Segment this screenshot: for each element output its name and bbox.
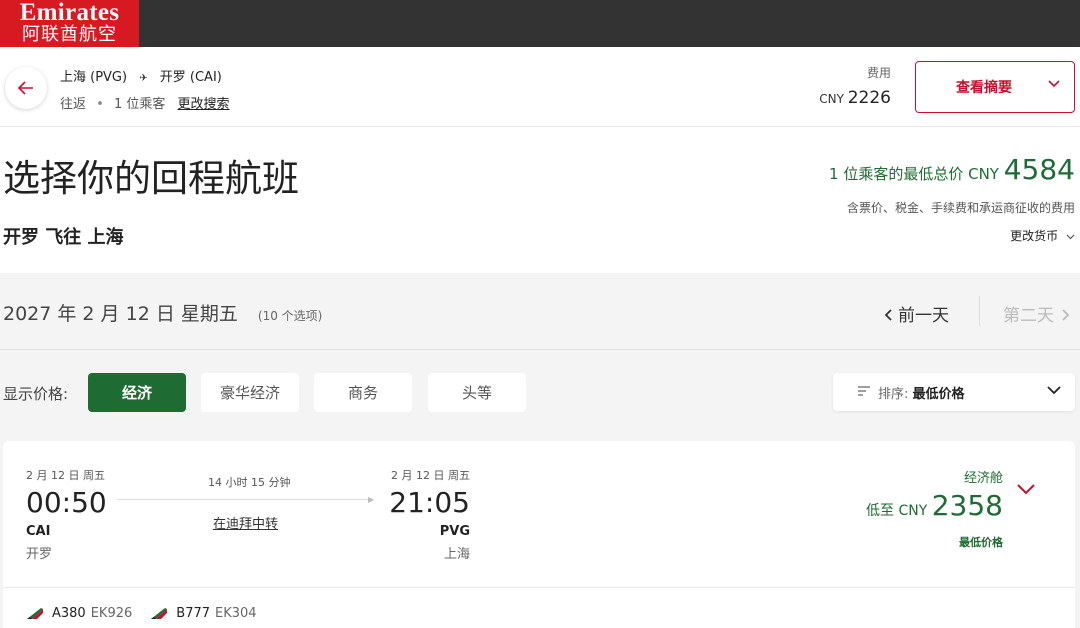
aircraft-type: B777: [176, 606, 211, 621]
cabin-tab-economy[interactable]: 经济: [88, 373, 186, 412]
cabin-tab-business[interactable]: 商务: [314, 373, 412, 412]
option-count: (10 个选项): [257, 309, 323, 323]
next-day-button[interactable]: 第二天: [1003, 301, 1070, 326]
page-title: 选择你的回程航班: [3, 157, 299, 200]
modify-search-link[interactable]: 更改搜索: [178, 97, 230, 112]
departure-time: 00:50: [26, 486, 107, 519]
chevron-down-icon: [1066, 234, 1075, 240]
aircraft-type: A380: [52, 606, 86, 621]
sort-label: 排序:: [878, 387, 909, 402]
separator-dot: •: [96, 97, 104, 112]
arrival-time: 21:05: [389, 486, 470, 519]
date-label: 2027 年 2 月 12 日 星期五: [3, 303, 238, 325]
card-divider: [3, 587, 1075, 588]
arrival-city: 上海: [443, 547, 470, 562]
connection-link[interactable]: 在迪拜中转: [213, 513, 278, 532]
cabin-tab-first[interactable]: 头等: [428, 373, 526, 412]
trip-type: 往返: [60, 97, 87, 112]
fare-value: CNY 2226: [819, 88, 891, 108]
fare-amount: 2226: [847, 88, 891, 108]
flight-number: EK304: [215, 606, 257, 621]
departure-date: 2 月 12 日 周五: [26, 469, 105, 482]
sort-text: 排序: 最低价格: [878, 383, 965, 402]
next-day-label: 第二天: [1003, 306, 1054, 326]
destination: 开罗 (CAI): [159, 70, 222, 85]
price-prefix: 低至 CNY: [866, 503, 928, 519]
previous-day-label: 前一天: [898, 306, 949, 326]
view-summary-button[interactable]: 查看摘要: [915, 61, 1075, 113]
search-summary-bar: 上海 (PVG) ✈ 开罗 (CAI) 往返 • 1 位乘客 更改搜索 费用 C…: [0, 47, 1080, 127]
flight-duration: 14 小时 15 分钟: [208, 476, 291, 489]
departure-city: 开罗: [26, 547, 53, 562]
divider: [979, 296, 980, 326]
emirates-tail-icon: [27, 608, 43, 619]
arrival-airport-code: PVG: [439, 524, 470, 539]
route-subtitle: 开罗 飞往 上海: [3, 227, 124, 248]
top-bar: Emirates 阿联酋航空: [0, 0, 1080, 47]
flight-number: EK926: [90, 606, 133, 621]
change-currency-label: 更改货币: [1010, 229, 1059, 243]
lowest-total-price: 1 位乘客的最低总价 CNY 4584: [829, 153, 1075, 186]
expand-chevron-icon[interactable]: [1017, 484, 1035, 495]
logo-text-cn: 阿联酋航空: [22, 24, 117, 45]
route: 上海 (PVG) ✈ 开罗 (CAI): [60, 66, 222, 85]
price-includes-note: 含票价、税金、手续费和承运商征收的费用: [846, 201, 1075, 215]
show-price-label: 显示价格:: [3, 385, 69, 403]
lowest-price-amount: 4584: [1003, 153, 1075, 186]
emirates-tail-icon: [151, 608, 168, 619]
selected-date: 2027 年 2 月 12 日 星期五 (10 个选项): [3, 299, 322, 326]
date-navigation: 2027 年 2 月 12 日 星期五 (10 个选项) 前一天 第二天: [0, 273, 1080, 350]
price-amount: 2358: [931, 489, 1003, 522]
lowest-price-prefix: 1 位乘客的最低总价 CNY: [829, 165, 999, 183]
sort-value: 最低价格: [912, 387, 965, 402]
route-line: [117, 499, 371, 500]
arrow-left-icon: [18, 81, 33, 95]
cabin-tab-premium-economy[interactable]: 豪华经济: [201, 373, 299, 412]
cabin-class: 经济舱: [963, 471, 1003, 486]
change-currency-link[interactable]: 更改货币: [1010, 227, 1075, 244]
chevron-down-icon: [1048, 80, 1060, 88]
sort-icon: [858, 386, 870, 396]
chevron-down-icon: [1047, 386, 1061, 395]
previous-day-button[interactable]: 前一天: [884, 301, 949, 326]
emirates-logo[interactable]: Emirates 阿联酋航空: [0, 0, 139, 47]
back-button[interactable]: [5, 67, 47, 109]
origin: 上海 (PVG): [60, 70, 128, 85]
lowest-price-badge: 最低价格: [959, 536, 1003, 549]
aircraft-info: A380 EK926 B777 EK304: [26, 606, 275, 621]
arrow-right-icon: ▶: [368, 495, 375, 504]
departure-airport-code: CAI: [26, 524, 51, 539]
arrival-date: 2 月 12 日 周五: [391, 469, 470, 482]
chevron-left-icon: [884, 309, 892, 321]
passenger-count: 1 位乘客: [113, 97, 166, 112]
trip-meta: 往返 • 1 位乘客 更改搜索: [60, 93, 230, 112]
logo-text-en: Emirates: [19, 0, 120, 26]
view-summary-label: 查看摘要: [956, 80, 1012, 96]
flight-price: 低至 CNY 2358: [866, 489, 1003, 522]
chevron-right-icon: [1062, 309, 1070, 321]
fare-currency: CNY: [819, 92, 844, 106]
sort-dropdown[interactable]: 排序: 最低价格: [833, 373, 1075, 411]
fare-label: 费用: [866, 66, 891, 80]
plane-icon: ✈: [139, 73, 148, 84]
flight-card[interactable]: 2 月 12 日 周五 00:50 CAI 开罗 14 小时 15 分钟 ▶ 在…: [3, 441, 1075, 628]
